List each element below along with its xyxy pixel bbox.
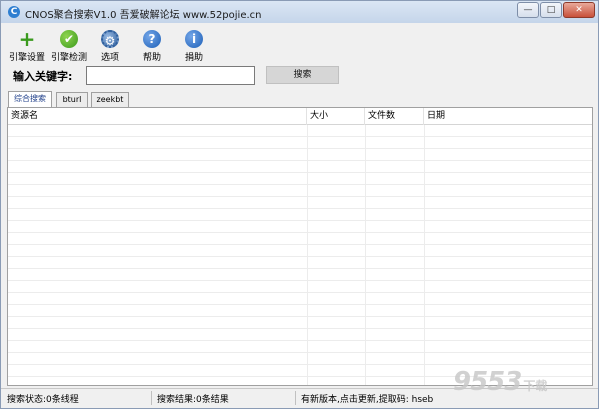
search-result-text: 搜索结果:0条结果 [157, 395, 229, 405]
engine-check-button[interactable]: ✔ 引擎检测 [48, 28, 90, 64]
column-header-name[interactable]: 资源名 [8, 108, 307, 125]
donate-label: 捐助 [184, 53, 203, 63]
help-label: 帮助 [142, 53, 161, 63]
column-divider [424, 125, 425, 385]
window-title: CNOS聚合搜索V1.0 吾爱破解论坛 www.52pojie.cn [25, 10, 262, 21]
minimize-button[interactable]: — [517, 2, 539, 18]
column-divider [365, 125, 366, 385]
status-divider [295, 391, 296, 405]
gear-icon: ⚙ [101, 30, 119, 48]
engine-settings-label: 引擎设置 [8, 53, 45, 63]
plus-icon: + [18, 27, 36, 51]
options-button[interactable]: ⚙ 选项 [93, 28, 127, 64]
search-button[interactable]: 搜索 [266, 66, 339, 84]
close-button[interactable]: ✕ [563, 2, 595, 18]
table-header: 资源名 大小 文件数 日期 [8, 108, 592, 125]
tab-zeekbt[interactable]: zeekbt [91, 92, 129, 107]
watermark-number: 9553 [453, 367, 522, 397]
update-notice-link[interactable]: 有新版本,点击更新,提取码: hseb [301, 392, 433, 405]
engine-settings-button[interactable]: + 引擎设置 [6, 28, 48, 64]
help-button[interactable]: ? 帮助 [135, 28, 169, 64]
info-icon: i [185, 30, 203, 48]
keyword-input[interactable] [86, 66, 255, 85]
help-icon: ? [143, 30, 161, 48]
results-table[interactable]: 资源名 大小 文件数 日期 [7, 107, 593, 386]
tab-combined-search[interactable]: 综合搜索 [8, 91, 52, 107]
column-divider [307, 125, 308, 385]
maximize-button[interactable]: □ [540, 2, 562, 18]
column-header-file-count[interactable]: 文件数 [365, 108, 424, 125]
column-header-date[interactable]: 日期 [424, 108, 592, 125]
status-divider [151, 391, 152, 405]
check-icon: ✔ [60, 30, 78, 48]
watermark-text: 下载 [523, 379, 548, 393]
title-bar: C CNOS聚合搜索V1.0 吾爱破解论坛 www.52pojie.cn — □… [1, 1, 598, 23]
options-label: 选项 [100, 53, 119, 63]
tab-bturl[interactable]: bturl [56, 92, 88, 107]
search-state-text: 搜索状态:0条线程 [7, 395, 79, 405]
engine-check-label: 引擎检测 [50, 53, 87, 63]
column-header-size[interactable]: 大小 [307, 108, 365, 125]
app-window: C CNOS聚合搜索V1.0 吾爱破解论坛 www.52pojie.cn — □… [0, 0, 599, 409]
donate-button[interactable]: i 捐助 [177, 28, 211, 64]
site-watermark: 9553 下载 [453, 367, 547, 397]
app-icon: C [8, 6, 20, 18]
table-body [8, 125, 592, 385]
keyword-label: 输入关键字: [13, 70, 73, 83]
